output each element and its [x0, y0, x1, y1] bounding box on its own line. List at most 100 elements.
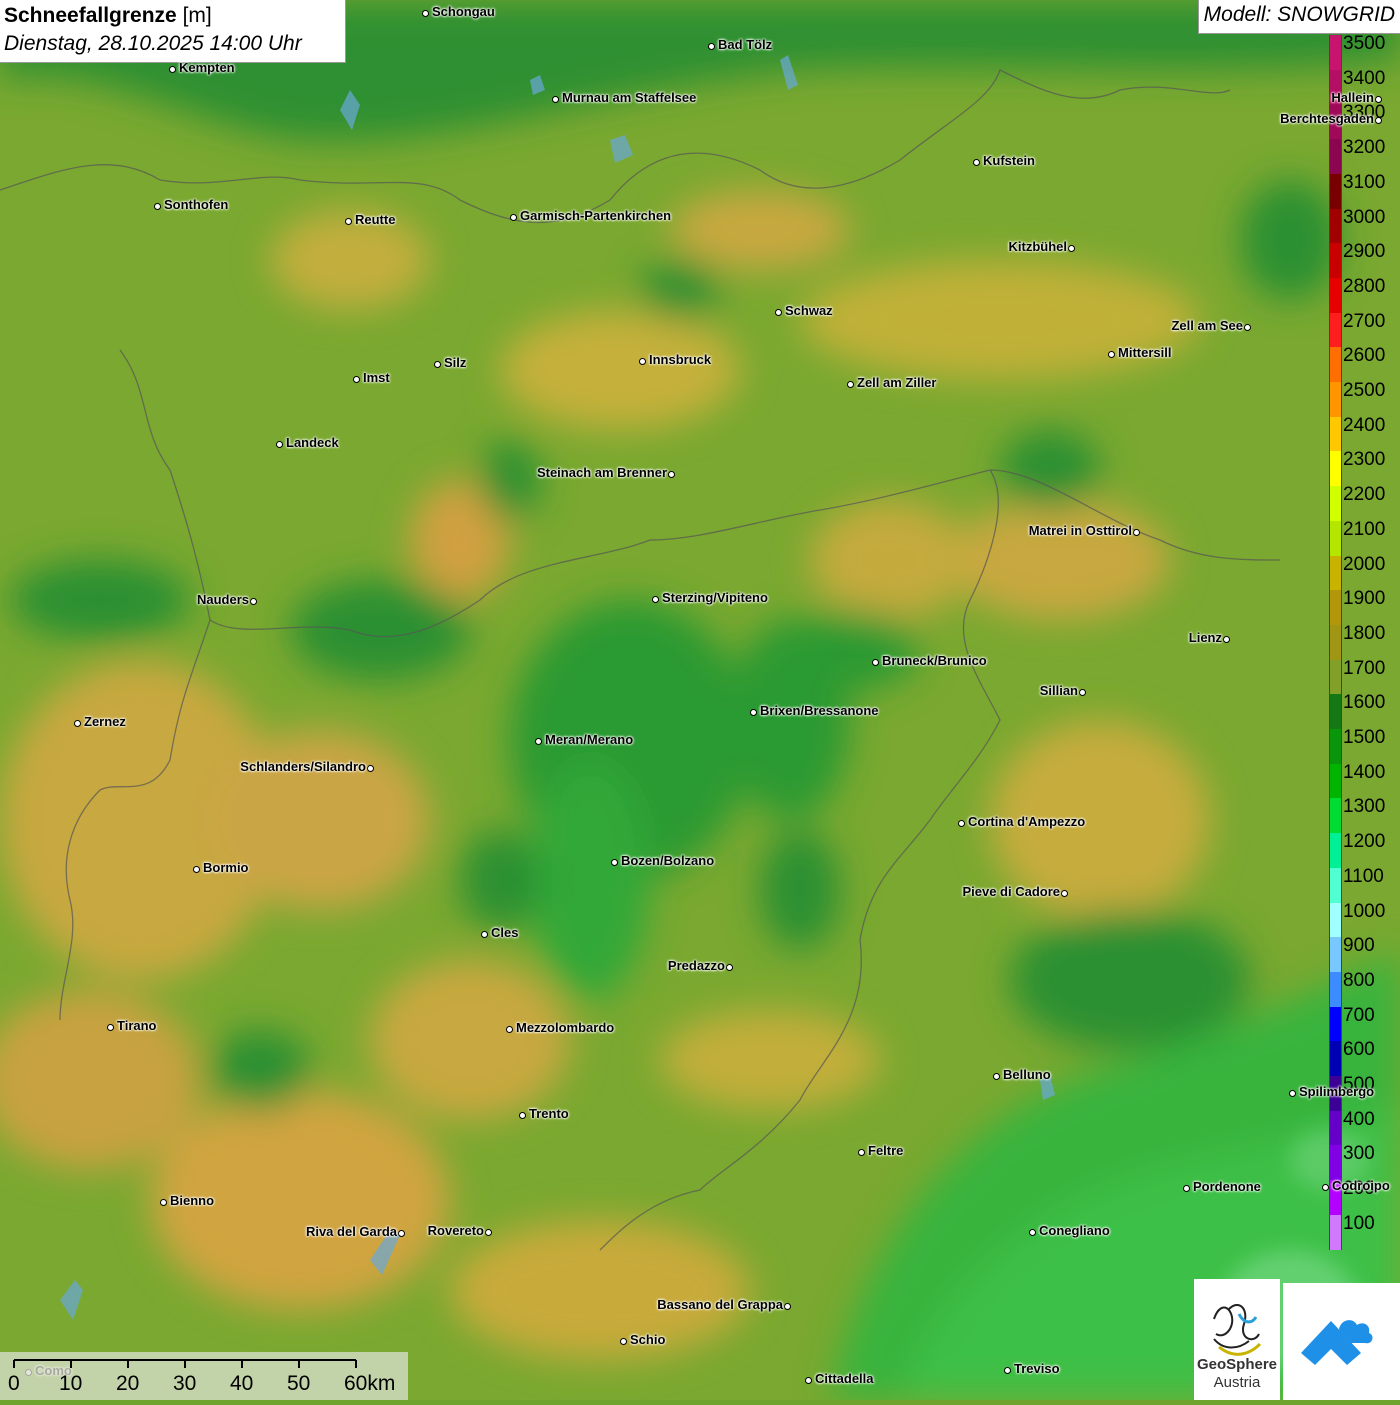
city-marker	[1003, 1366, 1011, 1374]
city-label: Spilimbergo	[1299, 1084, 1375, 1099]
city-marker	[638, 357, 646, 365]
city-marker	[1288, 1089, 1296, 1097]
city-label: Predazzo	[667, 958, 725, 973]
legend-swatch	[1329, 763, 1342, 799]
city-marker	[749, 708, 757, 716]
legend-label: 3200	[1343, 137, 1386, 159]
legend-swatch	[1329, 694, 1342, 730]
city-marker	[1132, 528, 1140, 536]
legend-label: 900	[1343, 935, 1375, 957]
city-marker	[871, 658, 879, 666]
legend-label: 1300	[1343, 796, 1386, 818]
city-marker	[1321, 1183, 1329, 1191]
city-marker	[509, 213, 517, 221]
city-marker	[505, 1025, 513, 1033]
geosphere-country: Austria	[1213, 1374, 1261, 1391]
legend-swatch	[1329, 139, 1342, 175]
city-marker	[1374, 116, 1382, 124]
city-label: Feltre	[868, 1143, 904, 1158]
scale-label: 10	[59, 1372, 83, 1395]
city-label: Kufstein	[983, 153, 1035, 168]
city-label: Bruneck/Brunico	[882, 653, 987, 668]
legend-swatch	[1329, 1145, 1342, 1181]
city-label: Zell am Ziller	[857, 375, 937, 390]
city-label: Sterzing/Vipiteno	[662, 590, 768, 605]
city-label: Innsbruck	[649, 352, 712, 367]
city-marker	[725, 963, 733, 971]
legend-swatch	[1329, 798, 1342, 834]
city-marker	[352, 375, 360, 383]
city-marker	[534, 737, 542, 745]
city-label: Zell am See	[1171, 318, 1243, 333]
legend-swatch	[1329, 486, 1342, 522]
city-marker	[957, 819, 965, 827]
city-label: Murnau am Staffelsee	[562, 90, 697, 105]
title-unit: [m]	[176, 4, 212, 27]
legend-label: 300	[1343, 1143, 1375, 1165]
city-marker	[992, 1072, 1000, 1080]
city-marker	[344, 217, 352, 225]
legend-swatch	[1329, 416, 1342, 452]
legend-swatch	[1329, 1006, 1342, 1042]
city-label: Rovereto	[427, 1223, 484, 1238]
geosphere-logo[interactable]: GeoSphere Austria	[1194, 1279, 1280, 1400]
city-label: Bassano del Grappa	[657, 1297, 783, 1312]
city-marker	[518, 1111, 526, 1119]
scale-label: 60km	[344, 1372, 396, 1395]
legend-label: 600	[1343, 1039, 1375, 1061]
legend-swatch	[1329, 833, 1342, 869]
city-label: Silz	[444, 355, 467, 370]
legend-swatch	[1329, 1214, 1342, 1250]
legend-label: 2600	[1343, 345, 1386, 367]
app-logo[interactable]	[1283, 1283, 1400, 1400]
city-marker	[707, 42, 715, 50]
city-label: Brixen/Bressanone	[760, 703, 879, 718]
legend-swatch	[1329, 243, 1342, 279]
legend-label: 1500	[1343, 727, 1386, 748]
city-marker	[73, 719, 81, 727]
legend-swatch	[1329, 902, 1342, 938]
legend-swatch	[1329, 1110, 1342, 1146]
legend-swatch	[1329, 937, 1342, 973]
map-title-box: Schneefallgrenze [m] Dienstag, 28.10.202…	[0, 0, 346, 63]
legend-label: 3100	[1343, 171, 1386, 193]
legend-label: 2200	[1343, 484, 1386, 506]
legend-swatch	[1329, 590, 1342, 626]
legend-label: 1800	[1343, 622, 1386, 644]
legend-swatch	[1329, 277, 1342, 314]
city-label: Steinach am Brenner	[536, 465, 667, 480]
legend-label: 2700	[1343, 310, 1386, 332]
legend-swatch	[1329, 659, 1342, 695]
legend-swatch	[1329, 729, 1342, 765]
city-marker	[1222, 635, 1230, 643]
city-marker	[159, 1198, 167, 1206]
city-marker	[1182, 1184, 1190, 1192]
city-marker	[846, 380, 854, 388]
legend-label: 800	[1343, 969, 1375, 991]
city-label: Mezzolombardo	[516, 1020, 615, 1035]
legend-label: 2900	[1343, 241, 1386, 263]
scale-label: 50	[287, 1372, 311, 1395]
city-label: Bormio	[203, 860, 249, 875]
city-label: Tirano	[117, 1018, 157, 1033]
scale-label: 30	[173, 1372, 197, 1395]
city-marker	[972, 158, 980, 166]
city-marker	[1028, 1228, 1036, 1236]
city-label: Bienno	[170, 1193, 215, 1208]
model-label: Modell: SNOWGRID	[1197, 0, 1400, 34]
city-label: Landeck	[286, 435, 339, 450]
legend-swatch	[1329, 312, 1342, 348]
geosphere-name: GeoSphere	[1196, 1356, 1278, 1373]
legend-label: 700	[1343, 1004, 1375, 1026]
city-marker	[857, 1148, 865, 1156]
legend-swatch	[1329, 35, 1342, 71]
city-label: Meran/Merano	[545, 732, 634, 747]
city-marker	[1243, 323, 1251, 331]
city-label: Conegliano	[1039, 1223, 1110, 1238]
legend-label: 2100	[1343, 518, 1386, 540]
legend-label: 100	[1343, 1212, 1375, 1234]
city-marker	[106, 1023, 114, 1031]
city-marker	[249, 597, 257, 605]
city-label: Schlanders/Silandro	[240, 759, 366, 774]
legend-swatch	[1329, 867, 1342, 903]
